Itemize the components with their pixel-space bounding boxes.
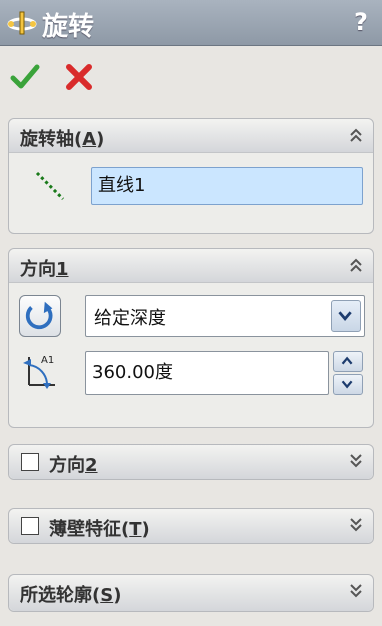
reverse-direction-icon [25, 301, 53, 330]
end-condition-value: 给定深度 [94, 308, 166, 329]
axis-selection-field[interactable]: 直线1 [91, 167, 363, 205]
thin-feature-group-header[interactable]: 薄壁特征(T) [9, 509, 373, 543]
thin-feature-group-label: 薄壁特征(T) [49, 519, 150, 540]
collapse-chevron-icon[interactable] [347, 256, 365, 274]
dropdown-arrow-button[interactable] [331, 300, 361, 332]
revolve-feature-icon [7, 11, 37, 35]
help-button[interactable]: ? [348, 6, 374, 38]
contours-group-label: 所选轮廓(S) [20, 585, 122, 606]
title-bar: 旋转 ? [0, 0, 382, 46]
spin-up-icon [341, 356, 353, 365]
reverse-direction-button[interactable] [19, 295, 61, 337]
panel-title: 旋转 [42, 12, 95, 42]
direction2-group: 方向2 [8, 444, 374, 480]
direction2-checkbox[interactable] [21, 453, 39, 471]
collapse-chevron-icon[interactable] [347, 126, 365, 144]
contours-group: 所选轮廓(S) [8, 574, 374, 612]
checkmark-icon [10, 64, 40, 89]
angle-icon-caption: A1 [41, 355, 54, 366]
angle-spin-up-button[interactable] [333, 351, 363, 372]
spin-down-icon [341, 380, 353, 389]
axis-group-label: 旋转轴(A) [20, 129, 105, 150]
axis-group-header[interactable]: 旋转轴(A) [9, 119, 373, 153]
cancel-x-icon [66, 64, 92, 90]
ok-button[interactable] [10, 62, 40, 92]
axis-group: 旋转轴(A) 直线1 [8, 118, 374, 234]
cancel-button[interactable] [64, 62, 94, 92]
direction2-group-label: 方向2 [49, 455, 98, 476]
direction1-group-label: 方向1 [20, 259, 69, 280]
direction2-group-header[interactable]: 方向2 [9, 445, 373, 479]
contours-group-header[interactable]: 所选轮廓(S) [9, 575, 373, 611]
expand-chevron-icon[interactable] [347, 582, 365, 600]
end-condition-select[interactable]: 给定深度 [85, 295, 365, 337]
expand-chevron-icon[interactable] [347, 516, 365, 534]
thin-feature-checkbox[interactable] [21, 517, 39, 535]
chevron-down-icon [338, 311, 352, 321]
angle-icon: A1 [23, 355, 55, 389]
axis-line-icon [35, 171, 65, 201]
expand-chevron-icon[interactable] [347, 452, 365, 470]
direction1-group-header[interactable]: 方向1 [9, 249, 373, 283]
angle-spin-down-button[interactable] [333, 374, 363, 395]
direction1-group: 方向1 给定深度 A1 360.00度 [8, 248, 374, 428]
angle-input[interactable]: 360.00度 [85, 351, 329, 395]
thin-feature-group: 薄壁特征(T) [8, 508, 374, 544]
